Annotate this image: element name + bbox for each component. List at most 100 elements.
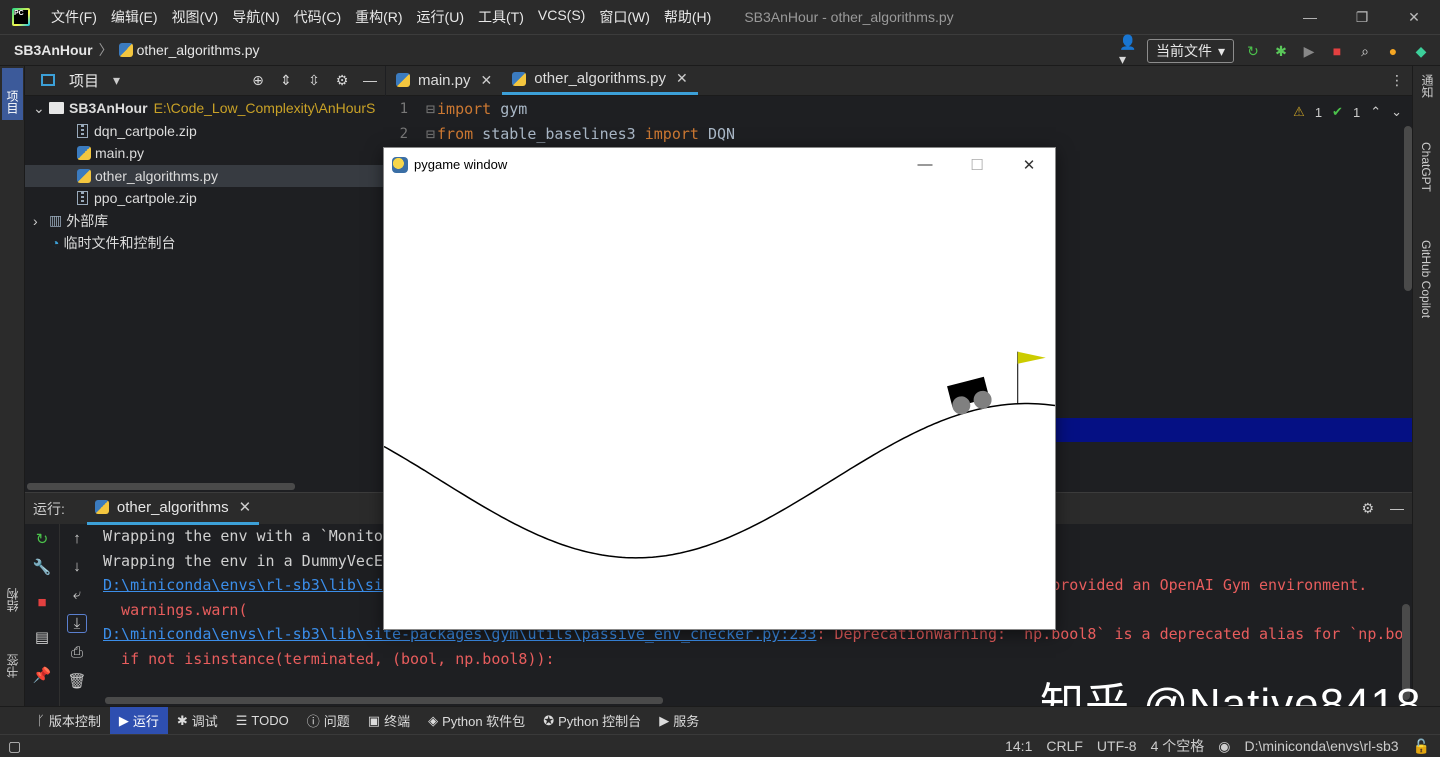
rerun-icon[interactable]: ↻ bbox=[1244, 42, 1262, 60]
restore-icon[interactable]: ❐ bbox=[1336, 0, 1388, 34]
tool-python-packages[interactable]: ◈ Python 软件包 bbox=[419, 707, 534, 735]
layout-toggle-icon[interactable]: ▢ bbox=[8, 738, 21, 755]
stop-icon[interactable]: ■ bbox=[1328, 42, 1346, 60]
coverage-icon[interactable]: ▶ bbox=[1300, 42, 1318, 60]
tree-file-main-py[interactable]: main.py bbox=[25, 142, 385, 165]
inspection-widget[interactable]: ⚠ 1 ✔ 1 ⌃ ⌄ bbox=[1293, 104, 1402, 120]
scroll-to-end-icon[interactable]: ⤓ bbox=[67, 614, 87, 633]
line-separator[interactable]: CRLF bbox=[1046, 738, 1083, 754]
close-tab-icon[interactable]: ✕ bbox=[676, 70, 688, 87]
tree-external-libraries[interactable]: › ▥ 外部库 bbox=[25, 210, 385, 233]
search-icon[interactable]: ⌕ bbox=[1356, 42, 1374, 60]
horizontal-scrollbar[interactable] bbox=[27, 483, 295, 490]
pygame-snake-icon bbox=[392, 156, 408, 173]
jetbrains-ai-icon[interactable]: ◆ bbox=[1412, 42, 1430, 60]
tool-label: 调试 bbox=[191, 714, 218, 729]
chatgpt-tool-button[interactable]: ChatGPT bbox=[1419, 142, 1433, 192]
tool-version-control[interactable]: ᚴ 版本控制 bbox=[28, 707, 110, 735]
menu-file[interactable]: 文件(F) bbox=[44, 7, 104, 27]
menu-view[interactable]: 视图(V) bbox=[165, 7, 226, 27]
hide-icon[interactable]: — bbox=[1390, 500, 1404, 517]
chevron-up-icon[interactable]: ⌃ bbox=[1370, 104, 1381, 120]
hide-icon[interactable]: — bbox=[361, 71, 379, 89]
interpreter[interactable]: D:\miniconda\envs\rl-sb3 bbox=[1245, 738, 1399, 754]
chevron-down-icon[interactable]: ⌄ bbox=[1391, 104, 1402, 120]
tool-label: 问题 bbox=[323, 714, 350, 729]
menu-tools[interactable]: 工具(T) bbox=[471, 7, 531, 27]
code-line-2[interactable]: 2 ⊟ from stable_baselines3 import DQN bbox=[386, 122, 736, 146]
notifications-tool-button[interactable]: 通知 bbox=[1419, 74, 1436, 98]
user-icon[interactable]: 👤▾ bbox=[1119, 34, 1137, 67]
tool-run[interactable]: ▶ 运行 bbox=[109, 706, 168, 735]
update-icon[interactable]: ● bbox=[1384, 42, 1402, 60]
minimize-icon[interactable]: — bbox=[899, 148, 951, 181]
tool-debug[interactable]: ✱ 调试 bbox=[168, 707, 227, 735]
trash-icon[interactable]: 🗑 bbox=[67, 672, 87, 690]
lock-icon[interactable]: 🔓 bbox=[1413, 738, 1430, 755]
tool-todo[interactable]: ☰ TODO bbox=[227, 707, 298, 735]
tree-root[interactable]: ⌄ SB3AnHour E:\Code_Low_Complexity\AnHou… bbox=[25, 97, 385, 120]
layout-icon[interactable]: ▤ bbox=[32, 628, 52, 646]
menu-window[interactable]: 窗口(W) bbox=[592, 7, 657, 27]
maximize-icon[interactable]: ☐ bbox=[951, 148, 1003, 181]
tree-scratches[interactable]: ◔ 临时文件和控制台 bbox=[25, 232, 385, 255]
project-panel-title[interactable]: 项目 bbox=[69, 70, 99, 91]
tree-file-dqn-zip[interactable]: dqn_cartpole.zip bbox=[25, 120, 385, 143]
expand-all-icon[interactable]: ⇕ bbox=[277, 71, 295, 89]
wrench-icon[interactable]: 🔧 bbox=[32, 558, 52, 576]
gear-icon[interactable]: ⚙ bbox=[1361, 500, 1374, 517]
tool-terminal[interactable]: ▣ 终端 bbox=[359, 707, 419, 735]
locate-icon[interactable]: ⊕ bbox=[249, 71, 267, 89]
menu-vcs[interactable]: VCS(S) bbox=[531, 7, 592, 27]
tool-services[interactable]: ▶ 服务 bbox=[650, 707, 708, 735]
caret-position[interactable]: 14:1 bbox=[1005, 738, 1032, 754]
menu-edit[interactable]: 编辑(E) bbox=[104, 7, 165, 27]
stop-icon[interactable]: ■ bbox=[32, 594, 52, 611]
tool-python-console[interactable]: ✪ Python 控制台 bbox=[534, 707, 650, 735]
menu-help[interactable]: 帮助(H) bbox=[657, 7, 718, 27]
file-encoding[interactable]: UTF-8 bbox=[1097, 738, 1137, 754]
arrow-up-icon[interactable]: ↑ bbox=[67, 530, 87, 547]
run-configuration-select[interactable]: 当前文件 ▾ bbox=[1146, 39, 1234, 63]
debug-icon[interactable]: ✱ bbox=[1272, 42, 1290, 60]
menu-run[interactable]: 运行(U) bbox=[410, 7, 471, 27]
menu-code[interactable]: 代码(C) bbox=[287, 7, 348, 27]
chevron-down-icon[interactable]: ▾ bbox=[113, 72, 120, 89]
bookmarks-tool-button[interactable]: 书签 bbox=[4, 654, 21, 678]
breadcrumb-file[interactable]: other_algorithms.py bbox=[137, 42, 260, 58]
horizontal-scrollbar[interactable] bbox=[105, 697, 663, 704]
print-icon[interactable]: ⎙ bbox=[67, 644, 87, 661]
fold-icon[interactable]: ⊟ bbox=[426, 100, 435, 118]
structure-tool-button[interactable]: 结构 bbox=[4, 588, 21, 612]
code-line-1[interactable]: 1 ⊟ import gym bbox=[386, 97, 528, 121]
indent-setting[interactable]: 4 个空格 bbox=[1151, 736, 1205, 756]
close-icon[interactable]: ✕ bbox=[1388, 0, 1440, 34]
more-icon[interactable]: ⋮ bbox=[1390, 72, 1404, 89]
console-link[interactable]: D:\miniconda\envs\rl-sb3\lib\si bbox=[103, 576, 383, 594]
project-tool-button[interactable]: 项目 bbox=[2, 68, 23, 120]
tree-file-ppo-zip[interactable]: ppo_cartpole.zip bbox=[25, 187, 385, 210]
pin-icon[interactable]: 📌 bbox=[32, 666, 52, 684]
collapse-all-icon[interactable]: ⇳ bbox=[305, 71, 323, 89]
fold-icon[interactable]: ⊟ bbox=[426, 125, 435, 143]
menu-navigate[interactable]: 导航(N) bbox=[225, 7, 286, 27]
copilot-status-icon[interactable]: ◉ bbox=[1218, 738, 1230, 755]
arrow-down-icon[interactable]: ↓ bbox=[67, 558, 87, 575]
close-icon[interactable]: ✕ bbox=[1003, 148, 1055, 181]
breadcrumb-project[interactable]: SB3AnHour bbox=[14, 42, 93, 58]
close-tab-icon[interactable]: ✕ bbox=[481, 72, 493, 89]
tab-main-py[interactable]: main.py ✕ bbox=[386, 65, 502, 95]
run-config-label: 当前文件 bbox=[1155, 43, 1212, 59]
tree-file-other-algorithms-py[interactable]: other_algorithms.py bbox=[25, 164, 385, 187]
rerun-icon[interactable]: ↻ bbox=[32, 530, 52, 548]
gear-icon[interactable]: ⚙ bbox=[333, 71, 351, 89]
soft-wrap-icon[interactable]: ⤶ bbox=[67, 586, 87, 603]
tab-other-algorithms-py[interactable]: other_algorithms.py ✕ bbox=[502, 65, 698, 95]
vertical-scrollbar[interactable] bbox=[1404, 126, 1412, 291]
copilot-tool-button[interactable]: GitHub Copilot bbox=[1419, 240, 1433, 318]
menu-refactor[interactable]: 重构(R) bbox=[348, 7, 409, 27]
run-tab[interactable]: other_algorithms ✕ bbox=[86, 493, 260, 525]
minimize-icon[interactable]: — bbox=[1284, 0, 1336, 34]
tool-problems[interactable]: ⓘ 问题 bbox=[298, 707, 359, 735]
close-tab-icon[interactable]: ✕ bbox=[239, 498, 252, 516]
